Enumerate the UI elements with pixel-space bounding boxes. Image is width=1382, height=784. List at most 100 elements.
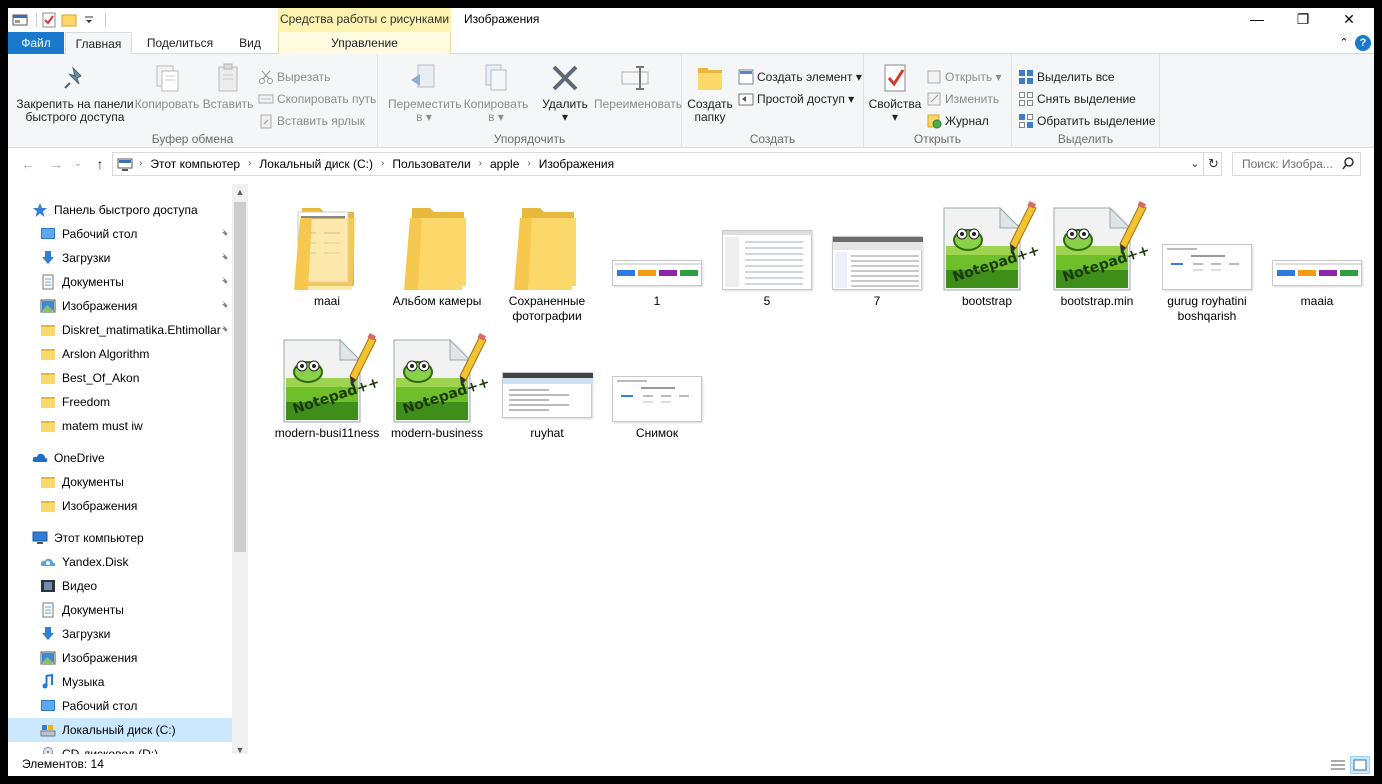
rename-button[interactable]: Переименовать [594, 62, 682, 111]
pin-quick-access-button[interactable]: Закрепить на панели быстрого доступа [12, 62, 138, 124]
rename-label: Переименовать [594, 97, 682, 111]
nav-pc-item[interactable]: Видео [8, 574, 232, 598]
invert-selection-button[interactable]: Обратить выделение [1018, 111, 1156, 131]
nav-quick-item[interactable]: Изображения [8, 294, 232, 318]
breadcrumb-users[interactable]: Пользователи [388, 153, 474, 175]
history-button[interactable]: Журнал [926, 111, 989, 131]
nav-pc-item[interactable]: Загрузки [8, 622, 232, 646]
qat-dropdown-icon[interactable] [81, 12, 97, 28]
address-bar[interactable]: › Этот компьютер › Локальный диск (C:) ›… [112, 152, 1222, 176]
back-arrow-icon[interactable]: ← [18, 154, 38, 174]
breadcrumb-this-pc[interactable]: Этот компьютер [146, 153, 244, 175]
explorer-app-icon[interactable] [12, 12, 28, 28]
copy-path-button[interactable]: Скопировать путь [258, 89, 376, 109]
file-tile[interactable]: ruyhat [492, 330, 602, 441]
large-icons-view-icon[interactable] [1350, 756, 1370, 774]
easy-access-button[interactable]: Простой доступ ▾ [738, 89, 854, 109]
breadcrumb-apple[interactable]: apple [486, 153, 523, 175]
open-group: Свойства ▾ Открыть ▾ Изменить Журнал Отк… [864, 54, 1012, 148]
minimize-button[interactable]: — [1234, 8, 1280, 32]
close-button[interactable]: ✕ [1326, 8, 1372, 32]
search-icon[interactable] [1342, 153, 1354, 182]
nav-quick-item[interactable]: Документы [8, 270, 232, 294]
copy-path-label: Скопировать путь [277, 92, 377, 106]
help-icon[interactable]: ? [1355, 35, 1371, 51]
up-arrow-icon[interactable]: ↑ [90, 154, 110, 174]
select-all-button[interactable]: Выделить все [1018, 67, 1115, 87]
nav-pc-item[interactable]: Локальный диск (C:) [8, 718, 232, 742]
file-tile[interactable]: maaia [1262, 198, 1372, 309]
open-button[interactable]: Открыть ▾ [926, 67, 1001, 87]
tab-share[interactable]: Поделиться [136, 32, 224, 54]
nav-quick-item[interactable]: Загрузки [8, 246, 232, 270]
details-view-icon[interactable] [1328, 756, 1348, 774]
copy-button[interactable]: Копировать [134, 62, 200, 111]
breadcrumb-pictures[interactable]: Изображения [535, 153, 618, 175]
scroll-thumb[interactable] [234, 202, 246, 552]
nav-pc-item[interactable]: Музыка [8, 670, 232, 694]
nav-this-pc[interactable]: Этот компьютер [8, 526, 232, 550]
nav-onedrive[interactable]: OneDrive [8, 446, 232, 470]
nav-pc-item[interactable]: Документы [8, 598, 232, 622]
scroll-up-icon[interactable]: ▲ [232, 184, 248, 200]
properties-check-icon[interactable] [41, 12, 57, 28]
nav-quick-item[interactable]: Arslon Algorithm [8, 342, 232, 366]
tab-file[interactable]: Файл [8, 32, 64, 54]
cut-button[interactable]: Вырезать [258, 67, 330, 87]
breadcrumb-local-disk[interactable]: Локальный диск (C:) [255, 153, 377, 175]
move-to-button[interactable]: Переместить в ▾ [388, 62, 462, 124]
breadcrumb-chevron-icon[interactable]: › [244, 153, 255, 175]
search-input[interactable]: Поиск: Изобра... [1232, 152, 1361, 176]
forward-arrow-icon[interactable]: → [46, 154, 66, 174]
nav-onedrive-item[interactable]: Документы [8, 470, 232, 494]
edit-button[interactable]: Изменить [926, 89, 999, 109]
breadcrumb-chevron-icon[interactable]: › [135, 153, 146, 175]
new-folder-icon[interactable] [61, 12, 77, 28]
properties-button[interactable]: Свойства ▾ [868, 62, 922, 124]
nav-quick-item[interactable]: Рабочий стол [8, 222, 232, 246]
breadcrumb-chevron-icon[interactable]: › [475, 153, 486, 175]
tab-view[interactable]: Вид [230, 32, 270, 54]
nav-pc-item[interactable]: Yandex.Disk [8, 550, 232, 574]
delete-button[interactable]: Удалить ▾ [538, 62, 592, 124]
file-tile[interactable]: maai [272, 198, 382, 309]
file-tile[interactable]: 7 [822, 198, 932, 309]
file-tile[interactable]: 5 [712, 198, 822, 309]
file-tile[interactable]: gurug royhatini boshqarish [1152, 198, 1262, 324]
collapse-ribbon-icon[interactable]: ⌃ [1336, 35, 1352, 51]
file-tile[interactable]: 1 [602, 198, 712, 309]
window-title: Изображения [464, 12, 540, 26]
file-tile[interactable]: Notepad++ bootstrap.min [1042, 198, 1152, 309]
nav-pc-item[interactable]: Рабочий стол [8, 694, 232, 718]
new-item-button[interactable]: Создать элемент ▾ [738, 67, 862, 87]
nav-pc-item[interactable]: Изображения [8, 646, 232, 670]
maximize-button[interactable]: ❐ [1280, 8, 1326, 32]
tab-home[interactable]: Главная [65, 32, 132, 55]
tab-manage[interactable]: Управление [278, 32, 451, 54]
nav-quick-item[interactable]: Freedom [8, 390, 232, 414]
breadcrumb-chevron-icon[interactable]: › [377, 153, 388, 175]
nav-scrollbar[interactable]: ▲ ▼ [232, 184, 248, 758]
address-dropdown-icon[interactable]: ⌄ [1187, 153, 1203, 175]
recent-locations-icon[interactable]: ⌄ [68, 154, 88, 174]
search-placeholder: Поиск: Изобра... [1242, 157, 1333, 171]
nav-quick-access[interactable]: Панель быстрого доступа [8, 198, 232, 222]
file-tile[interactable]: Notepad++ modern-busi11ness [272, 330, 382, 441]
file-tile[interactable]: Альбом камеры [382, 198, 492, 309]
file-tile[interactable]: Notepad++ modern-business [382, 330, 492, 441]
new-folder-button[interactable]: Создать папку [686, 62, 734, 124]
clipboard-group-label: Буфер обмена [151, 132, 234, 146]
nav-quick-item[interactable]: matem must iw [8, 414, 232, 438]
nav-quick-item[interactable]: Diskret_matimatika.Ehtimollar [8, 318, 232, 342]
breadcrumb-chevron-icon[interactable]: › [523, 153, 534, 175]
nav-quick-item[interactable]: Best_Of_Akon [8, 366, 232, 390]
paste-shortcut-button[interactable]: Вставить ярлык [258, 111, 365, 131]
file-tile[interactable]: Снимок [602, 330, 712, 441]
paste-button[interactable]: Вставить [202, 62, 254, 111]
file-tile[interactable]: Сохраненные фотографии [492, 198, 602, 324]
refresh-icon[interactable]: ↻ [1203, 153, 1223, 175]
nav-onedrive-item[interactable]: Изображения [8, 494, 232, 518]
select-none-button[interactable]: Снять выделение [1018, 89, 1136, 109]
copy-to-button[interactable]: Копировать в ▾ [460, 62, 532, 124]
file-tile[interactable]: Notepad++ bootstrap [932, 198, 1042, 309]
